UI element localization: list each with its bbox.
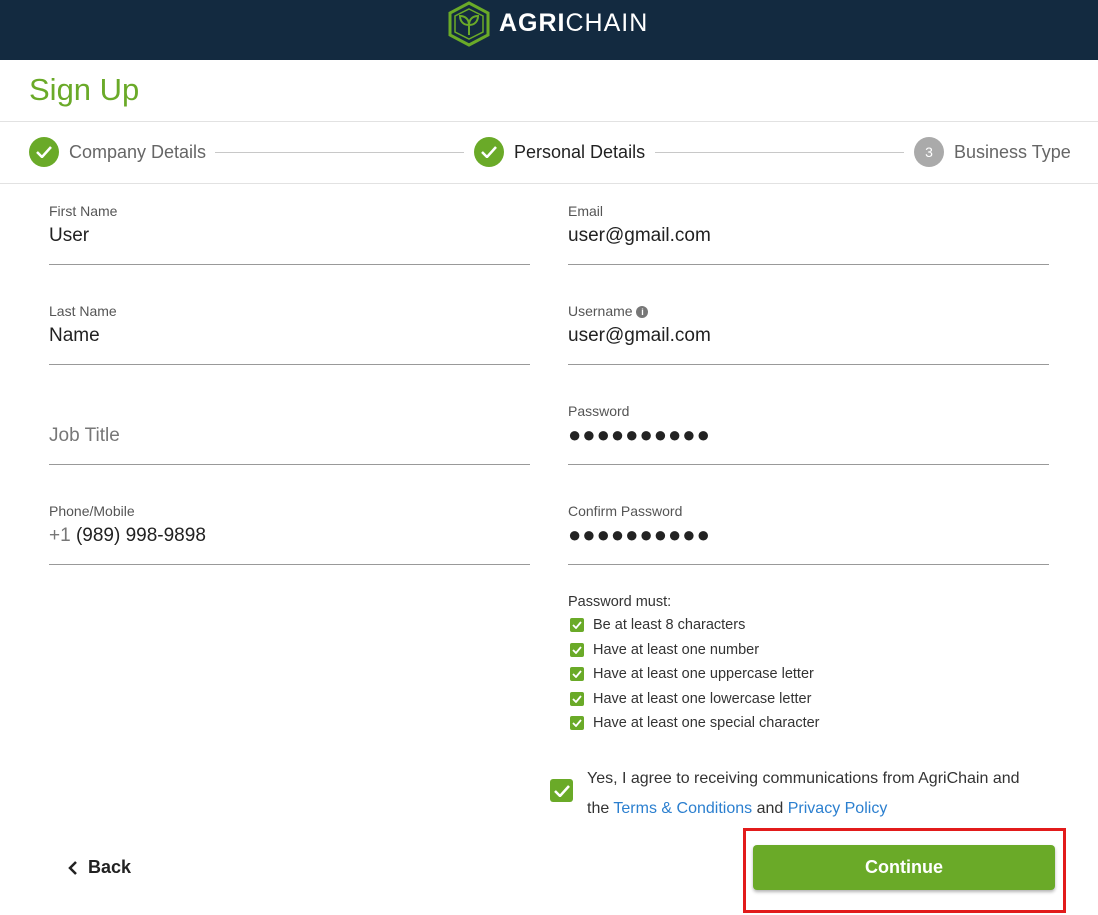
rule-item: Have at least one special character [568, 711, 820, 736]
back-label: Back [88, 857, 132, 877]
first-name-label: First Name [49, 203, 118, 219]
password-rules-heading: Password must: [568, 594, 672, 610]
info-icon[interactable]: i [636, 306, 649, 318]
step-label: Personal Details [514, 141, 646, 162]
confirm-password-field[interactable]: Confirm Password ●●●●●●●●●● [568, 503, 1049, 565]
checkbox-checked-icon [570, 691, 584, 706]
rule-text: Have at least one number [593, 641, 760, 658]
step-personal-details: Personal Details [474, 137, 645, 167]
phone-input[interactable]: (989) 998-9898 [76, 525, 206, 546]
rule-item: Have at least one uppercase letter [568, 662, 820, 687]
agreement: Yes, I agree to receiving communications… [550, 764, 1020, 824]
last-name-input[interactable]: Name [49, 325, 100, 347]
phone-label: Phone/Mobile [49, 503, 135, 519]
checkbox-checked-icon [570, 667, 584, 682]
rule-item: Have at least one lowercase letter [568, 687, 820, 712]
agreement-text: the [587, 800, 610, 817]
email-label: Email [568, 203, 604, 219]
first-name-field[interactable]: First Name User [49, 203, 530, 265]
top-header: AGRICHAIN [0, 0, 1098, 60]
confirm-password-input[interactable]: ●●●●●●●●●● [568, 522, 711, 548]
rule-item: Have at least one number [568, 638, 820, 663]
country-code: +1 [49, 525, 71, 546]
agrichain-logo[interactable]: AGRICHAIN [447, 0, 648, 47]
step-label: Business Type [954, 141, 1071, 162]
brand-light: CHAIN [565, 9, 649, 37]
email-field[interactable]: Email user@gmail.com [568, 203, 1049, 265]
step-label: Company Details [69, 141, 207, 162]
rule-text: Have at least one uppercase letter [593, 666, 814, 683]
check-icon [474, 137, 504, 167]
step-number: 3 [914, 137, 944, 167]
password-label: Password [568, 403, 630, 419]
check-icon [29, 137, 59, 167]
divider [0, 121, 1098, 122]
agreement-text: and [756, 800, 784, 817]
last-name-field[interactable]: Last Name Name [49, 303, 530, 365]
step-connector [655, 152, 904, 153]
chevron-left-icon [68, 860, 77, 875]
agreement-checkbox[interactable] [550, 779, 573, 802]
back-button[interactable]: Back [68, 857, 131, 878]
first-name-input[interactable]: User [49, 225, 89, 247]
divider [0, 183, 1098, 184]
rule-text: Have at least one lowercase letter [593, 690, 812, 707]
agreement-text: Yes, I agree to receiving communications… [587, 770, 1020, 787]
email-input[interactable]: user@gmail.com [568, 225, 711, 247]
step-company-details: Company Details [29, 137, 206, 167]
checkbox-checked-icon [570, 618, 584, 633]
checkbox-checked-icon [570, 716, 584, 731]
page-title: Sign Up [29, 72, 140, 107]
username-input[interactable]: user@gmail.com [568, 325, 711, 347]
job-title-input[interactable]: Job Title [49, 425, 120, 447]
username-field[interactable]: Username i user@gmail.com [568, 303, 1049, 365]
phone-field[interactable]: Phone/Mobile +1 (989) 998-9898 [49, 503, 530, 565]
rule-text: Be at least 8 characters [593, 617, 746, 634]
password-field[interactable]: Password ●●●●●●●●●● [568, 403, 1049, 465]
last-name-label: Last Name [49, 303, 117, 319]
privacy-link[interactable]: Privacy Policy [788, 800, 888, 817]
password-input[interactable]: ●●●●●●●●●● [568, 422, 711, 448]
checkbox-checked-icon [570, 642, 584, 657]
step-business-type: 3 Business Type [914, 137, 1071, 167]
brand-bold: AGRI [499, 9, 566, 37]
rule-text: Have at least one special character [593, 715, 820, 732]
rule-item: Be at least 8 characters [568, 613, 820, 638]
password-rules: Password must: Be at least 8 characters … [568, 594, 820, 736]
username-label: Username [568, 303, 633, 319]
continue-button[interactable]: Continue [753, 845, 1055, 890]
step-connector [215, 152, 464, 153]
terms-link[interactable]: Terms & Conditions [613, 800, 752, 817]
confirm-password-label: Confirm Password [568, 503, 683, 519]
job-title-field[interactable]: Job Title [49, 403, 530, 465]
leaf-hexagon-icon [448, 0, 490, 47]
